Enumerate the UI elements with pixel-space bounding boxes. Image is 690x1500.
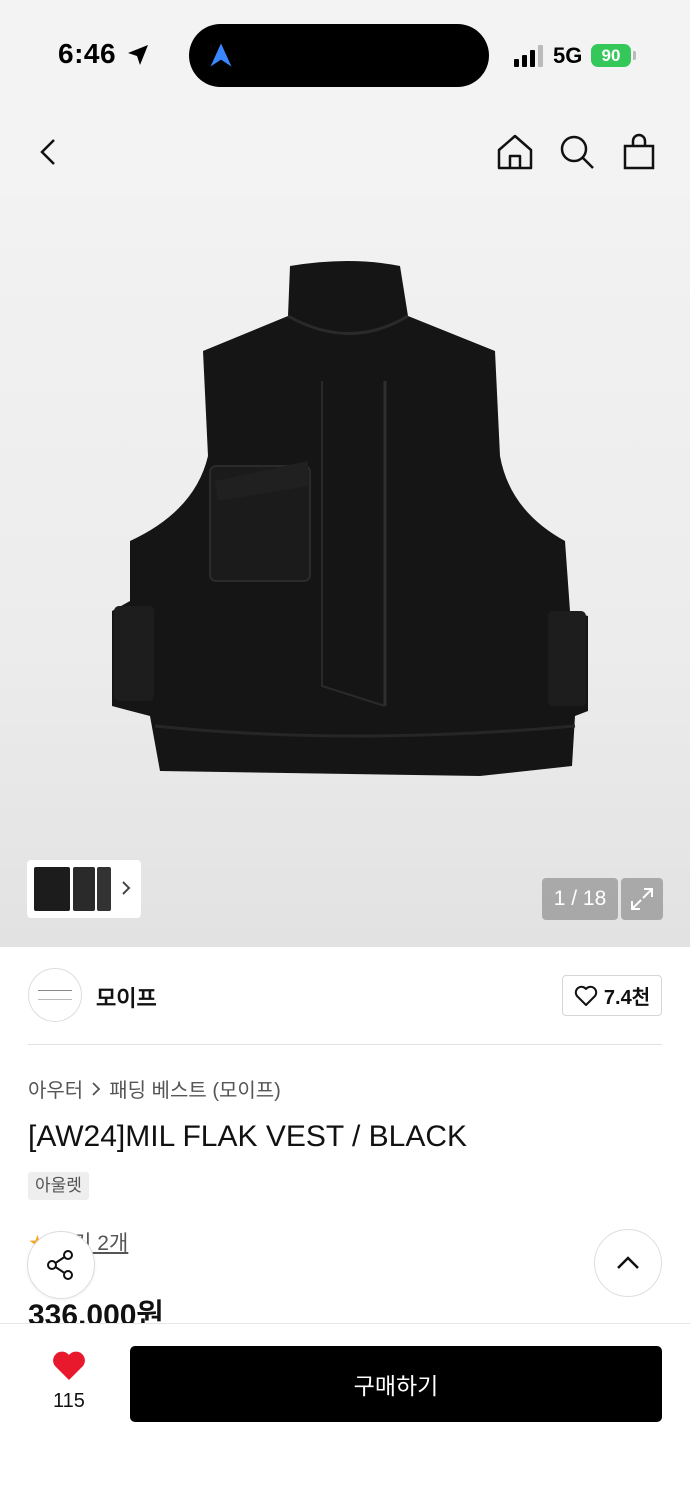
network-label: 5G [553,43,583,68]
share-button[interactable] [27,1231,95,1299]
product-image [112,261,588,776]
dynamic-island [189,24,489,87]
breadcrumb-item-2[interactable]: 패딩 베스트 (모이프) [109,1074,281,1103]
thumbnail-2[interactable] [73,867,95,911]
brand-logo-mark [38,990,72,1000]
scroll-top-button[interactable] [594,1229,662,1297]
expand-button[interactable] [621,878,663,920]
brand-like-count: 7.4천 [603,987,651,1009]
brand-like-button[interactable]: 7.4천 [562,975,662,1016]
top-nav [0,110,690,196]
navigation-arrow-icon [210,43,232,67]
expand-icon [631,888,653,910]
chevron-right-icon[interactable] [119,878,133,898]
cart-button[interactable] [617,130,661,174]
thumbnail-strip[interactable] [27,860,141,918]
outlet-tag: 아울렛 [28,1172,89,1200]
brand-name[interactable]: 모이프 [96,981,157,1013]
thumbnail-3[interactable] [97,867,111,911]
signal-icon [514,45,543,67]
bottom-bar: 115 구매하기 [0,1323,690,1500]
chevron-right-icon [92,1081,101,1096]
battery-cap [633,51,636,60]
search-button[interactable] [555,130,599,174]
heart-filled-icon [53,1351,85,1380]
back-button[interactable] [26,130,70,174]
breadcrumb: 아우터 패딩 베스트 (모이프) [28,1074,281,1103]
status-time: 6:46 [58,38,117,69]
buy-button[interactable]: 구매하기 [130,1346,662,1422]
home-icon [497,134,533,170]
heart-outline-icon [574,985,598,1006]
chevron-left-icon [40,139,55,165]
image-counter: 1 / 18 [542,878,618,920]
product-gallery[interactable]: 1 / 18 [0,196,690,947]
location-arrow-icon [128,45,148,65]
share-icon [47,1250,73,1280]
product-title: [AW24]MIL FLAK VEST / BLACK [28,1120,468,1153]
shopping-bag-icon [623,133,655,170]
home-button[interactable] [493,130,537,174]
status-bar: 6:46 5G 90 [0,0,690,110]
divider [28,1044,662,1045]
wishlist-button[interactable]: 115 [36,1350,102,1413]
chevron-up-icon [617,1256,639,1269]
battery-level: 90 [591,44,631,67]
brand-logo[interactable] [28,968,82,1022]
wishlist-count: 115 [53,1390,85,1412]
thumbnail-1[interactable] [34,867,70,911]
search-icon [560,135,594,169]
breadcrumb-item-1[interactable]: 아우터 [28,1074,83,1103]
